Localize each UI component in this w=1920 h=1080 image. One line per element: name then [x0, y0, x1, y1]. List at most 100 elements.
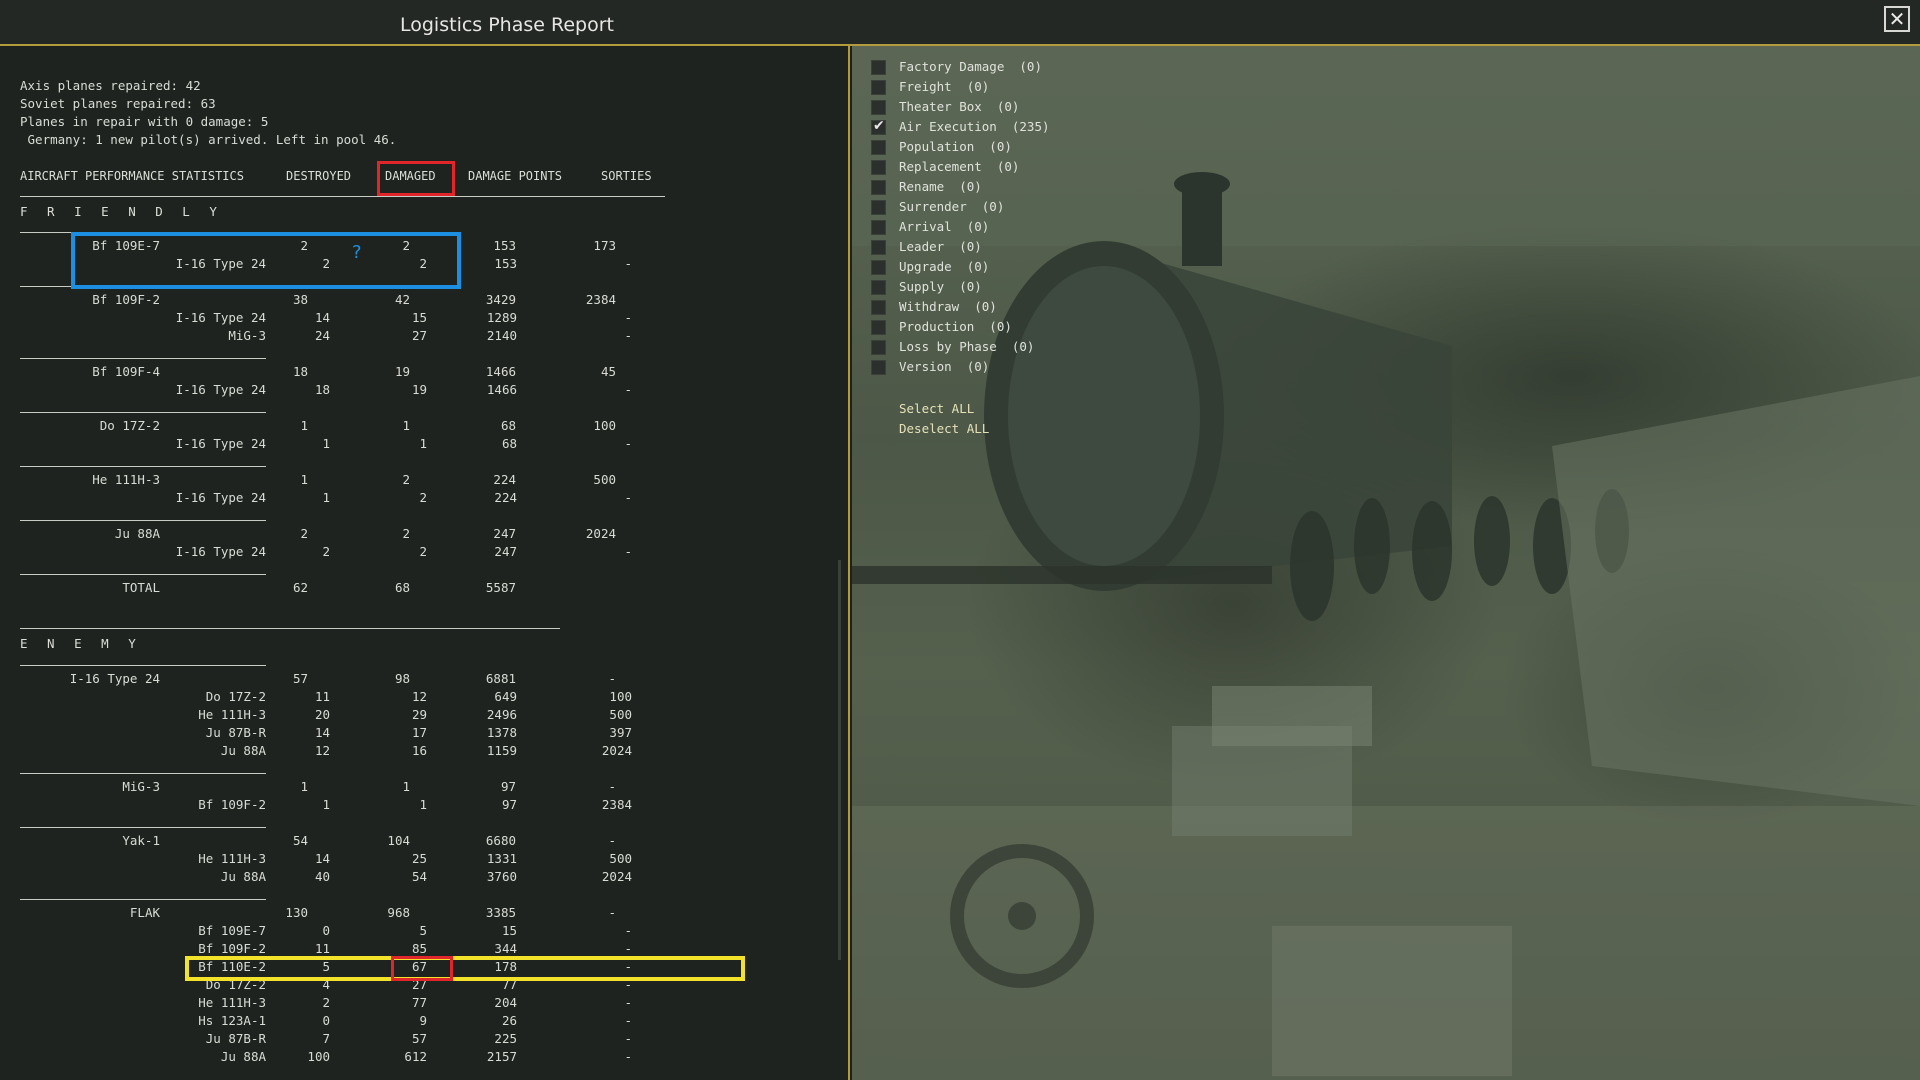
subrow-sorties: 2024	[601, 743, 632, 758]
row-damaged: 2	[402, 526, 410, 541]
filter-checkbox[interactable]	[871, 80, 886, 95]
col-damage-points[interactable]: DAMAGE POINTS	[468, 169, 562, 183]
subrow-damage-points: 2496	[486, 707, 517, 722]
row-damage-points: 6680	[485, 833, 516, 848]
filter-checkbox[interactable]	[871, 180, 886, 195]
subrow-name: Bf 109F-2	[198, 941, 266, 956]
subrow-damage-points: 1159	[486, 743, 517, 758]
subrow-damage-points: 344	[494, 941, 517, 956]
filter-label[interactable]: Population (0)	[899, 139, 1012, 154]
row-name: Ju 88A	[114, 526, 160, 541]
filter-label[interactable]: Surrender (0)	[899, 199, 1004, 214]
filter-label[interactable]: Supply (0)	[899, 279, 982, 294]
filter-label[interactable]: Withdraw (0)	[899, 299, 997, 314]
select-all-link[interactable]: Select ALL	[899, 401, 974, 416]
table-title: AIRCRAFT PERFORMANCE STATISTICS	[20, 169, 244, 183]
group-divider	[20, 665, 266, 666]
close-icon[interactable]: ✕	[1884, 6, 1910, 32]
filter-label[interactable]: Version (0)	[899, 359, 989, 374]
filter-checkbox[interactable]	[871, 100, 886, 115]
filter-label[interactable]: Upgrade (0)	[899, 259, 989, 274]
col-damaged[interactable]: DAMAGED	[385, 169, 436, 183]
filter-checkbox[interactable]	[871, 300, 886, 315]
col-sorties[interactable]: SORTIES	[601, 169, 652, 183]
filter-label[interactable]: Production (0)	[899, 319, 1012, 334]
filter-checkbox[interactable]	[871, 340, 886, 355]
subrow-name: Ju 88A	[220, 1049, 266, 1064]
row-destroyed: 1	[300, 779, 308, 794]
filter-checkbox[interactable]	[871, 260, 886, 275]
row-name: Bf 109F-2	[92, 292, 160, 307]
filter-label[interactable]: Factory Damage (0)	[899, 59, 1042, 74]
filter-label[interactable]: Rename (0)	[899, 179, 982, 194]
subrow-damaged: 67	[411, 959, 427, 974]
subrow-destroyed: 7	[322, 1031, 330, 1046]
subrow-damage-points: 1378	[486, 725, 517, 740]
subrow-name: Hs 123A-1	[198, 1013, 266, 1028]
subrow-name: Ju 87B-R	[205, 1031, 266, 1046]
question-mark-annotation: ?	[352, 242, 362, 263]
filter-checkbox[interactable]	[871, 140, 886, 155]
subrow-damage-points: 2140	[486, 328, 517, 343]
subrow-name: I-16 Type 24	[175, 544, 266, 559]
filter-checkbox[interactable]	[871, 60, 886, 75]
row-destroyed: 54	[292, 833, 308, 848]
subrow-name: He 111H-3	[198, 851, 266, 866]
subrow-damage-points: 153	[494, 256, 517, 271]
subrow-name: Bf 110E-2	[198, 959, 266, 974]
deselect-all-link[interactable]: Deselect ALL	[899, 421, 989, 436]
filter-label[interactable]: Air Execution (235)	[899, 119, 1050, 134]
section-divider	[20, 628, 560, 629]
filter-label[interactable]: Replacement (0)	[899, 159, 1019, 174]
subrow-sorties: 500	[609, 707, 632, 722]
filter-checkbox[interactable]: ✔	[871, 118, 886, 135]
subrow-name: I-16 Type 24	[175, 436, 266, 451]
filter-checkbox[interactable]	[871, 240, 886, 255]
subrow-damage-points: 1289	[486, 310, 517, 325]
filter-checkbox[interactable]	[871, 360, 886, 375]
subrow-name: I-16 Type 24	[175, 310, 266, 325]
subrow-damaged: 27	[411, 328, 427, 343]
subrow-destroyed: 11	[314, 941, 330, 956]
row-sorties: 100	[593, 418, 616, 433]
filter-label[interactable]: Loss by Phase (0)	[899, 339, 1034, 354]
row-name: TOTAL	[122, 580, 160, 595]
subrow-destroyed: 1	[322, 490, 330, 505]
filter-checkbox[interactable]	[871, 200, 886, 215]
col-destroyed[interactable]: DESTROYED	[286, 169, 351, 183]
subrow-name: Ju 87B-R	[205, 725, 266, 740]
subrow-destroyed: 20	[314, 707, 330, 722]
subrow-name: I-16 Type 24	[175, 490, 266, 505]
row-name: Yak-1	[122, 833, 160, 848]
filter-label[interactable]: Theater Box (0)	[899, 99, 1019, 114]
train-photo-illustration	[852, 46, 1920, 1080]
row-damaged: 104	[387, 833, 410, 848]
filter-checkbox[interactable]	[871, 280, 886, 295]
filter-label[interactable]: Freight (0)	[899, 79, 989, 94]
filter-checkbox[interactable]	[871, 320, 886, 335]
subrow-destroyed: 2	[322, 995, 330, 1010]
checkmark-icon: ✔	[873, 118, 885, 134]
subrow-damaged: 12	[411, 689, 427, 704]
subrow-sorties: -	[624, 959, 632, 974]
subrow-destroyed: 5	[322, 959, 330, 974]
row-name: MiG-3	[122, 779, 160, 794]
subrow-damaged: 2	[419, 490, 427, 505]
row-destroyed: 62	[292, 580, 308, 595]
row-sorties: 2384	[585, 292, 616, 307]
report-scrollbar[interactable]	[838, 560, 841, 960]
subrow-name: Ju 88A	[220, 743, 266, 758]
row-name: FLAK	[129, 905, 160, 920]
subrow-sorties: 100	[609, 689, 632, 704]
filter-checkbox[interactable]	[871, 220, 886, 235]
row-destroyed: 1	[300, 418, 308, 433]
row-damage-points: 153	[493, 238, 516, 253]
filter-label[interactable]: Leader (0)	[899, 239, 982, 254]
subrow-damage-points: 178	[494, 959, 517, 974]
row-sorties: -	[608, 833, 616, 848]
subrow-sorties: 2024	[601, 869, 632, 884]
filter-checkbox[interactable]	[871, 160, 886, 175]
subrow-destroyed: 11	[314, 689, 330, 704]
filter-label[interactable]: Arrival (0)	[899, 219, 989, 234]
subrow-damage-points: 2157	[486, 1049, 517, 1064]
